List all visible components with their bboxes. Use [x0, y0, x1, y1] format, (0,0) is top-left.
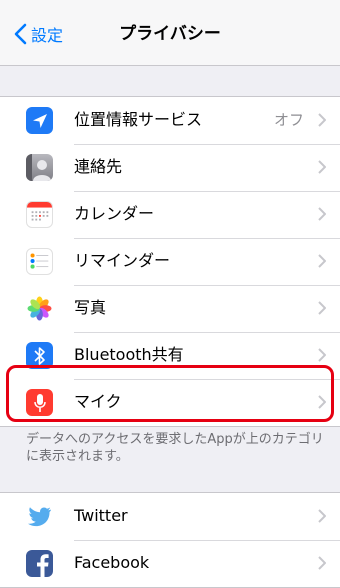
facebook-row[interactable]: Facebook: [0, 540, 340, 587]
location-arrow-icon: [26, 107, 53, 134]
chevron-right-icon: [318, 395, 326, 409]
chevron-right-icon: [318, 509, 326, 523]
contacts-row[interactable]: 連絡先: [0, 144, 340, 191]
row-label: Twitter: [74, 506, 128, 525]
microphone-icon: [26, 389, 53, 416]
chevron-right-icon: [318, 301, 326, 315]
row-label: カレンダー: [74, 204, 155, 223]
bluetooth-icon: [26, 342, 53, 369]
chevron-right-icon: [318, 160, 326, 174]
photos-row[interactable]: 写真: [0, 285, 340, 332]
location-services-row[interactable]: 位置情報サービス オフ: [0, 97, 340, 144]
section-footer-note: データへのアクセスを要求したAppが上のカテゴリに表示されます。: [26, 432, 324, 464]
row-label: Facebook: [74, 553, 150, 572]
chevron-right-icon: [318, 254, 326, 268]
reminders-row[interactable]: リマインダー: [0, 238, 340, 285]
chevron-right-icon: [318, 556, 326, 570]
contacts-icon: [26, 154, 53, 181]
calendar-icon: [26, 201, 53, 228]
row-label: 写真: [74, 298, 107, 317]
microphone-row[interactable]: マイク: [0, 379, 340, 426]
navigation-bar: 設定 プライバシー: [0, 0, 340, 66]
row-label: マイク: [74, 392, 122, 411]
row-label: リマインダー: [74, 251, 171, 270]
bluetooth-sharing-row[interactable]: Bluetooth共有: [0, 332, 340, 379]
twitter-icon: [26, 503, 53, 530]
row-label: 連絡先: [74, 157, 123, 176]
row-label: Bluetooth共有: [74, 345, 184, 364]
privacy-settings-list: 位置情報サービス オフ 連絡先 カレンダー リマインダー 写真 Bluetoot…: [0, 96, 340, 427]
chevron-right-icon: [318, 207, 326, 221]
calendar-row[interactable]: カレンダー: [0, 191, 340, 238]
photos-icon: [26, 295, 53, 322]
twitter-row[interactable]: Twitter: [0, 493, 340, 540]
reminders-icon: [26, 248, 53, 275]
facebook-icon: [26, 550, 53, 577]
row-value: オフ: [273, 111, 304, 129]
chevron-right-icon: [318, 348, 326, 362]
page-title: プライバシー: [119, 24, 221, 44]
row-label: 位置情報サービス: [74, 110, 203, 129]
chevron-right-icon: [318, 113, 326, 127]
social-accounts-list: Twitter Facebook: [0, 492, 340, 588]
